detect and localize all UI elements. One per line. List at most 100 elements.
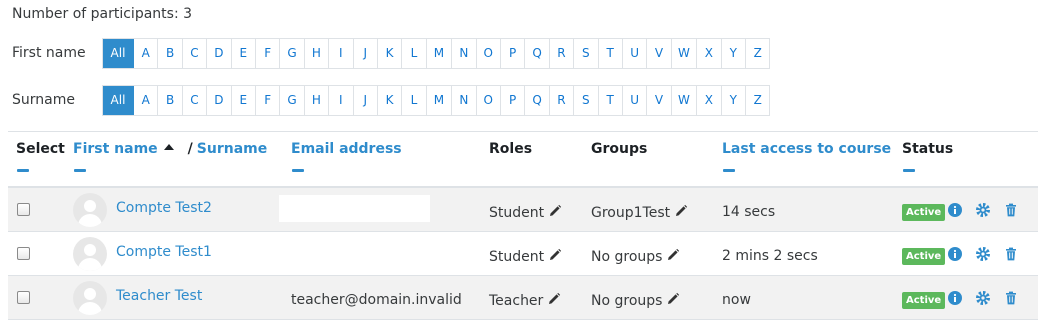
collapse-last-access-icon[interactable] [723,169,735,172]
sort-surname-link[interactable]: Surname [197,141,267,157]
first-name-filter-letter-n[interactable]: N [452,38,477,68]
surname-filter-letter-o[interactable]: O [477,85,501,115]
first-name-filter-letter-w[interactable]: W [672,38,698,68]
sort-last-access-link[interactable]: Last access to course [722,141,891,157]
trash-icon[interactable] [1004,203,1018,217]
info-icon[interactable] [948,203,962,217]
surname-filter-letter-s[interactable]: S [574,85,599,115]
first-name-filter-letter-o[interactable]: O [477,38,501,68]
first-name-filter-letter-d[interactable]: D [207,38,232,68]
first-name-filter-letter-f[interactable]: F [256,38,281,68]
surname-filter-letter-f[interactable]: F [256,85,281,115]
first-name-filter-all[interactable]: All [103,38,134,68]
first-name-filter-letter-z[interactable]: Z [746,38,771,68]
edit-groups-pencil-icon[interactable] [666,292,680,310]
first-name-filter-letter-k[interactable]: K [378,38,403,68]
surname-filter-letter-u[interactable]: U [623,85,648,115]
first-name-filter-letter-j[interactable]: J [354,38,378,68]
surname-filter-letter-i[interactable]: I [329,85,354,115]
first-name-filter-letter-r[interactable]: R [550,38,575,68]
info-icon[interactable] [948,247,962,261]
status-badge: Active [902,248,946,265]
surname-filter-letter-k[interactable]: K [378,85,403,115]
edit-role-pencil-icon[interactable] [547,292,561,310]
header-select: Select [16,141,65,157]
surname-filter-letter-b[interactable]: B [158,85,183,115]
role-cell: Student [489,248,562,266]
surname-filter-letter-w[interactable]: W [672,85,698,115]
first-name-filter-label: First name [12,45,86,61]
first-name-filter-letter-s[interactable]: S [574,38,599,68]
edit-role-pencil-icon[interactable] [548,204,562,222]
collapse-select-icon[interactable] [17,169,29,172]
header-groups: Groups [591,141,648,157]
surname-filter-letter-c[interactable]: C [183,85,208,115]
edit-groups-pencil-icon[interactable] [674,204,688,222]
header-status: Status [902,141,954,157]
first-name-filter-letter-g[interactable]: G [280,38,305,68]
first-name-filter-letter-q[interactable]: Q [525,38,550,68]
gear-icon[interactable] [976,203,990,217]
surname-filter-letter-r[interactable]: R [550,85,575,115]
first-name-filter-letter-v[interactable]: V [647,38,672,68]
user-name-link[interactable]: Teacher Test [116,288,202,304]
select-checkbox[interactable] [17,203,30,216]
role-text: Student [489,205,545,221]
select-checkbox[interactable] [17,291,30,304]
surname-filter-letter-y[interactable]: Y [722,85,746,115]
surname-filter-all[interactable]: All [103,85,134,115]
user-name-link[interactable]: Compte Test1 [116,244,212,260]
surname-filter-letter-j[interactable]: J [354,85,378,115]
user-name-link[interactable]: Compte Test2 [116,200,212,216]
surname-filter-letter-h[interactable]: H [305,85,330,115]
trash-icon[interactable] [1004,291,1018,305]
gear-icon[interactable] [976,291,990,305]
surname-filter-letter-t[interactable]: T [599,85,623,115]
sort-email-link[interactable]: Email address [291,141,402,157]
sort-ascending-icon [163,144,174,150]
surname-filter-letter-l[interactable]: L [402,85,427,115]
groups-cell: Group1Test [591,204,688,222]
first-name-filter-letter-i[interactable]: I [329,38,354,68]
first-name-filter-letter-h[interactable]: H [305,38,330,68]
trash-icon[interactable] [1004,247,1018,261]
header-name-group: First name / Surname [73,141,267,157]
surname-filter-letter-e[interactable]: E [232,85,256,115]
first-name-filter-letter-a[interactable]: A [134,38,159,68]
first-name-filter-letter-u[interactable]: U [623,38,648,68]
last-access-cell: now [722,292,751,308]
edit-groups-pencil-icon[interactable] [666,248,680,266]
surname-filter-letter-x[interactable]: X [697,85,722,115]
surname-filter-letter-g[interactable]: G [280,85,305,115]
select-checkbox[interactable] [17,247,30,260]
first-name-filter-letter-l[interactable]: L [402,38,427,68]
collapse-email-icon[interactable] [292,169,304,172]
table-row: Teacher Test teacher@domain.invalid Teac… [8,276,1038,320]
surname-filter-letter-v[interactable]: V [647,85,672,115]
info-icon[interactable] [948,291,962,305]
edit-role-pencil-icon[interactable] [548,248,562,266]
groups-text: No groups [591,293,663,309]
first-name-filter-letter-t[interactable]: T [599,38,623,68]
first-name-filter-letter-c[interactable]: C [183,38,208,68]
surname-filter-letter-z[interactable]: Z [746,85,771,115]
collapse-status-icon[interactable] [903,169,915,172]
first-name-filter-letter-y[interactable]: Y [722,38,746,68]
first-name-filter-letter-e[interactable]: E [232,38,256,68]
gear-icon[interactable] [976,247,990,261]
sort-first-name-link[interactable]: First name [73,141,158,157]
name-separator: / [187,141,193,157]
surname-filter-letter-d[interactable]: D [207,85,232,115]
table-header: Select First name / Surname Email address … [8,132,1038,188]
surname-filter-letter-q[interactable]: Q [525,85,550,115]
first-name-filter-letter-x[interactable]: X [697,38,722,68]
first-name-filter-letter-b[interactable]: B [158,38,183,68]
groups-cell: No groups [591,292,680,310]
collapse-name-icon[interactable] [74,169,86,172]
surname-filter-letter-m[interactable]: M [427,85,453,115]
surname-filter-letter-a[interactable]: A [134,85,159,115]
surname-filter-letter-p[interactable]: P [501,85,526,115]
first-name-filter-letter-p[interactable]: P [501,38,526,68]
surname-filter-letter-n[interactable]: N [452,85,477,115]
first-name-filter-letter-m[interactable]: M [427,38,453,68]
